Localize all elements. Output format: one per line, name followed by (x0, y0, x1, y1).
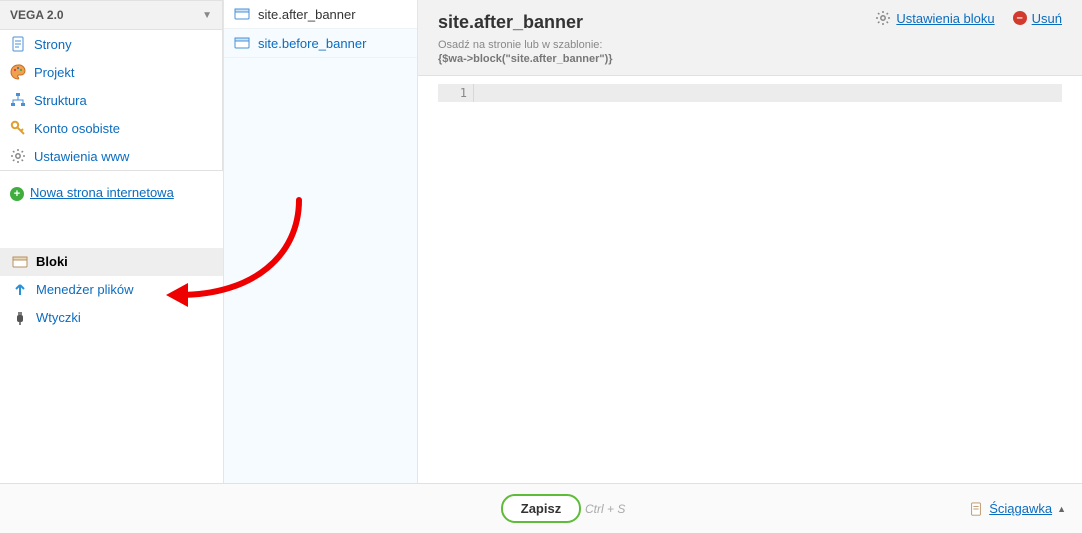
palette-icon (10, 64, 26, 80)
block-icon (12, 254, 28, 270)
nav-label: Wtyczki (36, 310, 81, 325)
save-button[interactable]: Zapisz (501, 494, 581, 523)
nav-label: Konto osobiste (34, 121, 120, 136)
code-editor[interactable]: 1 (418, 76, 1082, 483)
editor-line: 1 (438, 84, 1062, 102)
nav-label: Bloki (36, 254, 68, 269)
header-actions: Ustawienia bloku – Usuń (875, 10, 1062, 26)
gear-icon (10, 148, 26, 164)
page-icon (10, 36, 26, 52)
upload-icon (12, 282, 28, 298)
block-icon (234, 6, 250, 22)
site-selector[interactable]: VEGA 2.0 ▼ (0, 0, 223, 30)
delete-label: Usuń (1032, 11, 1062, 26)
nav-item-wtyczki[interactable]: Wtyczki (0, 304, 223, 332)
nav-label: Strony (34, 37, 72, 52)
nav-item-ustawienia[interactable]: Ustawienia www (0, 142, 222, 170)
block-settings-link[interactable]: Ustawienia bloku (875, 10, 994, 26)
code-content[interactable] (474, 84, 1062, 102)
minus-icon: – (1013, 11, 1027, 25)
settings-label: Ustawienia bloku (896, 11, 994, 26)
nav-label: Struktura (34, 93, 87, 108)
main-header: site.after_banner Osadź na stronie lub w… (418, 0, 1082, 76)
block-label: site.after_banner (258, 7, 356, 22)
block-row-after[interactable]: site.after_banner (224, 0, 417, 29)
cheatsheet-label: Ściągawka (989, 501, 1052, 516)
nav-label: Ustawienia www (34, 149, 129, 164)
tree-icon (10, 92, 26, 108)
nav-label: Menedżer plików (36, 282, 134, 297)
block-delete-link[interactable]: – Usuń (1013, 11, 1062, 26)
footer-bar: Zapisz Ctrl + S Ściągawka ▲ (0, 483, 1082, 533)
nav-item-menedzer[interactable]: Menedżer plików (0, 276, 223, 304)
line-number: 1 (438, 84, 474, 102)
site-name: VEGA 2.0 (10, 8, 64, 22)
nav-primary: Strony Projekt Struktura Konto osobiste (0, 30, 223, 171)
key-icon (10, 120, 26, 136)
nav-tools: Bloki Menedżer plików Wtyczki (0, 248, 223, 332)
nav-item-projekt[interactable]: Projekt (0, 58, 222, 86)
cheatsheet-link[interactable]: Ściągawka ▲ (968, 501, 1066, 517)
block-row-before[interactable]: site.before_banner (224, 29, 417, 58)
nav-item-struktura[interactable]: Struktura (0, 86, 222, 114)
nav-secondary: + Nowa strona internetowa (0, 171, 223, 202)
shortcut-hint: Ctrl + S (585, 502, 625, 516)
embed-hint: Osadź na stronie lub w szablonie: (438, 39, 1062, 51)
plus-icon: + (10, 187, 24, 201)
nav-item-strony[interactable]: Strony (0, 30, 222, 58)
main-panel: site.after_banner Osadź na stronie lub w… (418, 0, 1082, 483)
chevron-up-icon: ▲ (1057, 504, 1066, 514)
nav-item-konto[interactable]: Konto osobiste (0, 114, 222, 142)
block-icon (234, 35, 250, 51)
new-page-label: Nowa strona internetowa (30, 185, 174, 202)
block-list: site.after_banner site.before_banner (224, 0, 418, 483)
sidebar: VEGA 2.0 ▼ Strony Projekt Struktura (0, 0, 224, 483)
nav-label: Projekt (34, 65, 74, 80)
page-icon (968, 501, 984, 517)
block-label: site.before_banner (258, 36, 366, 51)
plug-icon (12, 310, 28, 326)
chevron-down-icon: ▼ (202, 10, 212, 21)
embed-code: {$wa->block("site.after_banner")} (438, 53, 1062, 65)
new-page-link[interactable]: + Nowa strona internetowa (10, 185, 213, 202)
nav-item-bloki[interactable]: Bloki (0, 248, 223, 276)
gear-icon (875, 10, 891, 26)
